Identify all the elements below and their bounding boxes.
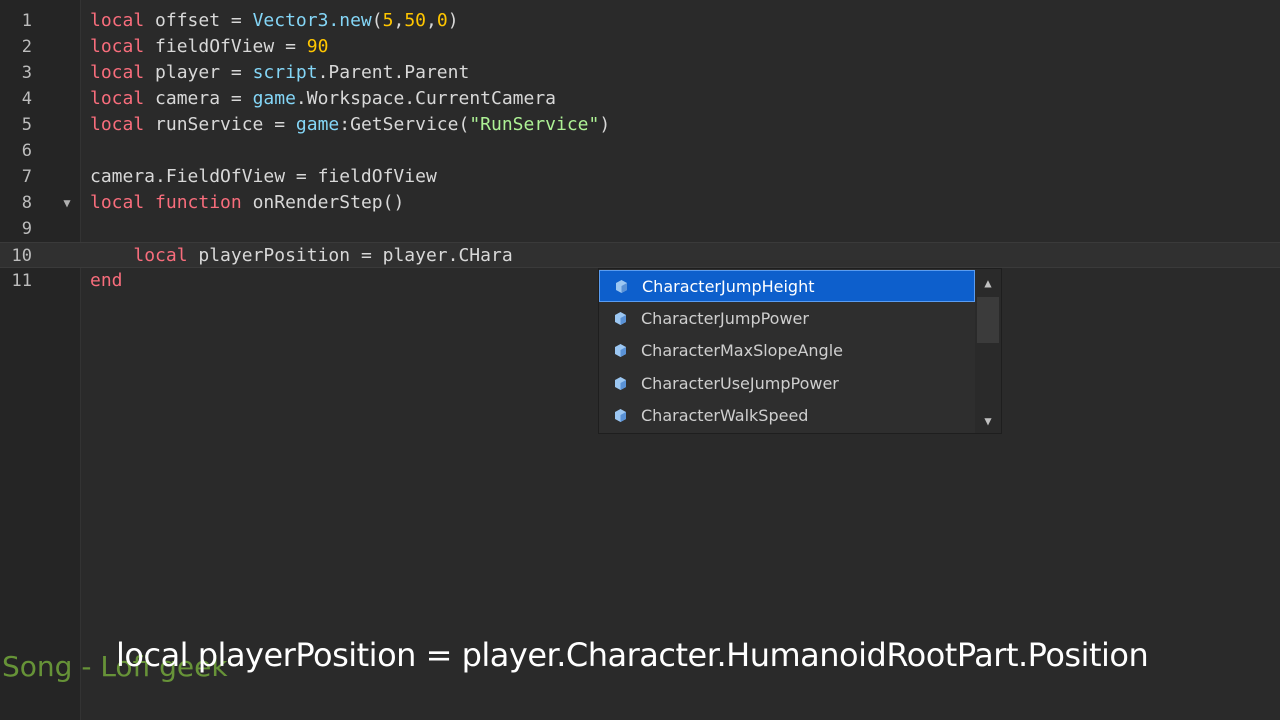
script-editor[interactable]: 1 local offset = Vector3.new(5,50,0) 2 loca… (0, 0, 1280, 720)
code-token: ( (371, 10, 383, 31)
code-token: local (90, 192, 145, 213)
code-text: local camera = game.Workspace.CurrentCam… (90, 86, 556, 112)
code-token: , (426, 10, 437, 31)
line-number: 5 (21, 115, 32, 135)
code-token: "RunService" (469, 114, 600, 135)
code-token: ) (599, 114, 611, 135)
code-token: local (90, 36, 145, 57)
code-token: 90 (306, 36, 329, 57)
code-token: Vector3.new (252, 10, 372, 31)
code-token: playerPosition = player.CHara (187, 245, 513, 266)
line-number: 9 (21, 219, 32, 239)
line-number: 3 (21, 63, 32, 83)
code-token: game (295, 114, 340, 135)
property-icon (615, 311, 626, 325)
code-text: local fieldOfView = 90 (90, 34, 328, 60)
autocomplete-item[interactable]: CharacterJumpHeight (599, 270, 975, 302)
autocomplete-item-label: CharacterUseJumpPower (641, 373, 839, 393)
triangle-down-icon[interactable]: ▼ (975, 409, 1001, 433)
code-text: local offset = Vector3.new(5,50,0) (90, 8, 459, 34)
autocomplete-item[interactable]: CharacterUseJumpPower (599, 368, 975, 400)
code-text: local runService = game:GetService("RunS… (90, 112, 610, 138)
line-number: 7 (21, 167, 32, 187)
autocomplete-item[interactable]: CharacterMaxSlopeAngle (599, 335, 975, 367)
triangle-up-icon[interactable]: ▲ (975, 271, 1001, 295)
line-number: 4 (21, 89, 32, 109)
code-token: function (155, 192, 242, 213)
property-icon (615, 409, 626, 422)
autocomplete-item[interactable]: CharacterJumpPower (599, 303, 975, 335)
code-line[interactable]: 1 local offset = Vector3.new(5,50,0) (0, 8, 1280, 34)
property-icon (616, 280, 627, 293)
autocomplete-popup[interactable]: CharacterJumpHeight CharacterJumpPower Cha… (598, 268, 1002, 434)
code-token: local (90, 10, 145, 31)
autocomplete-item-label: CharacterWalkSpeed (641, 406, 809, 425)
code-token: .Parent.Parent (317, 62, 470, 83)
code-text: local function onRenderStep() (90, 190, 404, 216)
fold-toggle-icon[interactable]: ▼ (60, 190, 74, 216)
code-token: local (90, 88, 145, 109)
autocomplete-item-label: CharacterMaxSlopeAngle (641, 341, 843, 360)
code-line[interactable]: 7 camera.FieldOfView = fieldOfView (0, 164, 1280, 190)
line-number: 11 (11, 271, 32, 291)
code-token: :GetService( (339, 114, 470, 135)
code-token: local (90, 114, 145, 135)
code-token: fieldOfView = (144, 36, 307, 57)
autocomplete-item-label: CharacterJumpHeight (642, 277, 815, 296)
code-line[interactable]: 10 local playerPosition = player.CHara (0, 242, 1280, 268)
code-text: local playerPosition = player.CHara (90, 243, 513, 269)
autocomplete-item-label: CharacterJumpPower (641, 308, 809, 328)
code-caption: local playerPosition = player.Character.… (116, 636, 1149, 674)
code-token: ) (447, 10, 459, 31)
line-number: 10 (11, 246, 32, 266)
code-text: camera.FieldOfView = fieldOfView (90, 164, 437, 190)
code-text: local player = script.Parent.Parent (90, 60, 469, 86)
code-token: 0 (436, 10, 448, 31)
code-line[interactable]: 8 ▼ local function onRenderStep() (0, 190, 1280, 216)
code-token: runService = (144, 114, 296, 135)
code-line[interactable]: 3 local player = script.Parent.Parent (0, 60, 1280, 86)
code-line[interactable]: 2 local fieldOfView = 90 (0, 34, 1280, 60)
code-token: local (133, 245, 188, 266)
code-token: 5 (382, 10, 394, 31)
line-number: 8 (21, 193, 32, 213)
scrollbar-thumb[interactable] (977, 297, 999, 343)
code-token: 50 (404, 10, 426, 31)
line-number: 1 (21, 11, 32, 31)
code-token: onRenderStep() (241, 192, 405, 213)
code-token: end (90, 270, 123, 291)
code-token: local (90, 62, 145, 83)
code-token: game (252, 88, 296, 109)
code-token: script (252, 62, 318, 83)
property-icon (615, 376, 626, 390)
code-text: end (90, 268, 123, 294)
code-line[interactable]: 9 (0, 216, 1280, 242)
code-token: .Workspace.CurrentCamera (295, 88, 557, 109)
code-token: offset = (144, 10, 253, 31)
code-line[interactable]: 6 (0, 138, 1280, 164)
autocomplete-item[interactable]: CharacterWalkSpeed (599, 400, 975, 432)
code-line[interactable]: 4 local camera = game.Workspace.CurrentCa… (0, 86, 1280, 112)
code-token: camera = (144, 88, 253, 109)
code-line[interactable]: 5 local runService = game:GetService("Run… (0, 112, 1280, 138)
code-token: camera.FieldOfView = fieldOfView (90, 166, 437, 187)
code-token: player = (144, 62, 253, 83)
property-icon (615, 344, 626, 357)
autocomplete-scrollbar[interactable]: ▲ ▼ (975, 269, 1001, 433)
line-number: 6 (21, 141, 32, 161)
line-number: 2 (21, 37, 32, 57)
code-token: , (393, 10, 405, 31)
